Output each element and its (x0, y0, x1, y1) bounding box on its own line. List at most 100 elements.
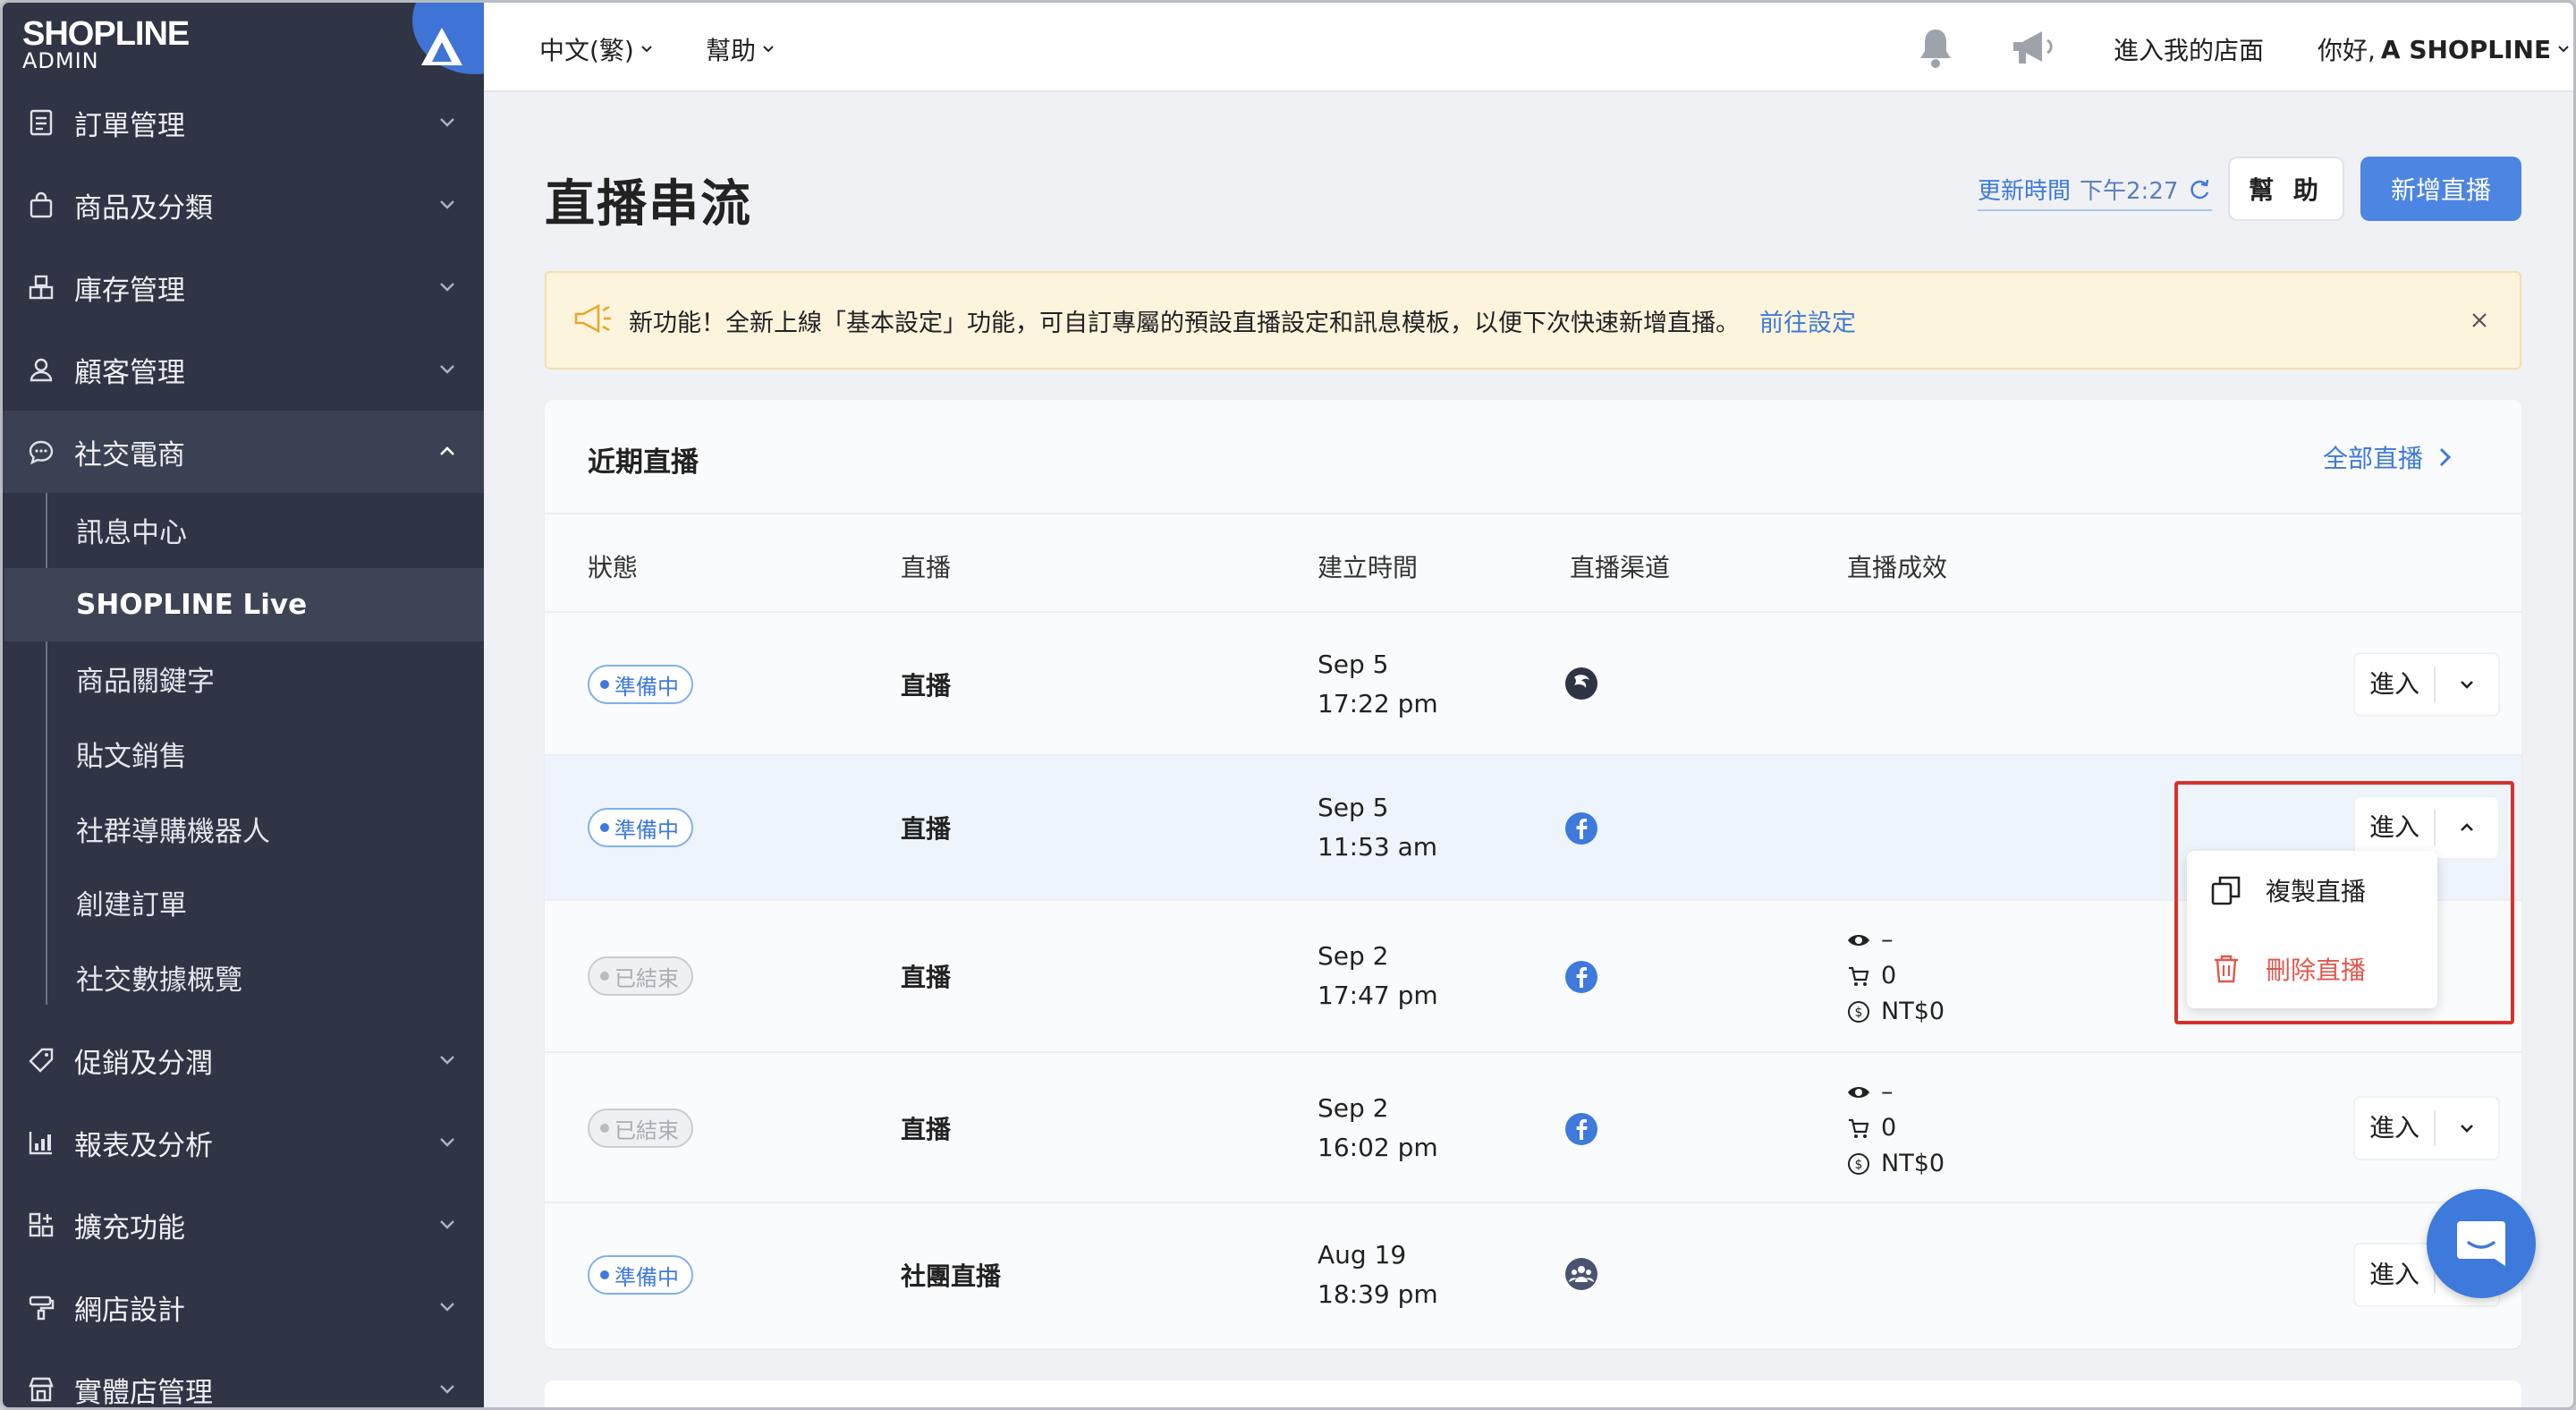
sidebar-item-label: 社交電商 (74, 438, 185, 471)
help-label: 幫助 (706, 36, 757, 65)
status-badge: 已結束 (588, 956, 693, 996)
refresh-icon (2190, 179, 2209, 199)
column-status: 狀態 (588, 553, 639, 582)
sidebar-item-reports[interactable]: 報表及分析 (3, 1101, 484, 1184)
table-row[interactable]: 準備中 直播 Sep 5 17:22 pm 進入 (545, 613, 2521, 756)
brand-mark-icon (421, 28, 462, 65)
facebook-icon (1565, 1113, 1597, 1145)
sidebar: SHOPLINE ADMIN 訂單管理 商品及分類 庫存管理 顧客管理 社交電商 (3, 3, 484, 1409)
sidebar-subitem-social-overview[interactable]: 社交數據概覽 (47, 940, 484, 1014)
chevron-down-icon (440, 1385, 454, 1394)
sidebar-item-label: 實體店管理 (74, 1376, 213, 1409)
sidebar-item-label: 擴充功能 (74, 1211, 185, 1244)
table-header: 狀態 直播 建立時間 直播渠道 直播成效 (545, 513, 2521, 613)
chevron-down-icon (440, 1056, 454, 1065)
group-icon (1565, 1258, 1597, 1290)
brush-icon (26, 1292, 56, 1322)
top-bar: 中文(繁) 幫助 進入我的店面 你好, A SHOPLINE (484, 3, 2573, 92)
refresh-time: 下午2:27 (2080, 178, 2179, 205)
chevron-up-icon (440, 446, 454, 455)
help-button[interactable]: 幫 助 (2228, 157, 2344, 221)
row-action-group: 進入 (2353, 1096, 2500, 1160)
language-selector[interactable]: 中文(繁) (539, 31, 654, 67)
chevron-down-icon (440, 1220, 454, 1229)
chat-icon (2457, 1221, 2505, 1266)
announcement-button[interactable] (2010, 26, 2056, 69)
greeting: 你好, (2318, 36, 2376, 65)
sidebar-item-inventory[interactable]: 庫存管理 (3, 246, 484, 328)
report-icon (26, 1127, 56, 1158)
sales-stat: $ NT$0 (1847, 994, 1945, 1030)
megaphone-icon (573, 302, 613, 338)
user-icon (26, 354, 56, 385)
chevron-down-icon (2558, 46, 2569, 53)
live-name: 社團直播 (901, 1261, 1002, 1291)
brand-logo[interactable]: SHOPLINE ADMIN (22, 15, 190, 73)
sidebar-item-products[interactable]: 商品及分類 (3, 164, 484, 246)
chevron-down-icon (440, 365, 454, 374)
enter-button[interactable]: 進入 (2355, 1257, 2436, 1293)
facebook-icon (1565, 812, 1597, 845)
created-time: Sep 2 16:02 pm (1318, 1093, 1438, 1162)
chat-icon (26, 437, 56, 467)
sidebar-subitem-message-center[interactable]: 訊息中心 (47, 493, 484, 566)
live-name: 直播 (901, 1115, 952, 1144)
views-stat: – (1847, 1074, 1945, 1110)
sidebar-subitem-post-sales[interactable]: 貼文銷售 (47, 717, 484, 790)
more-toggle[interactable] (2436, 1118, 2498, 1138)
sidebar-item-social-commerce[interactable]: 社交電商 (3, 411, 484, 493)
live-name: 直播 (901, 963, 952, 992)
enter-button[interactable]: 進入 (2355, 1110, 2436, 1146)
live-name: 直播 (901, 814, 952, 844)
sidebar-item-label: 庫存管理 (74, 274, 185, 307)
close-icon[interactable] (2466, 307, 2493, 334)
new-live-button[interactable]: 新增直播 (2360, 157, 2521, 221)
created-time: Sep 5 11:53 am (1318, 793, 1438, 862)
column-created: 建立時間 (1318, 553, 1419, 582)
created-time: Sep 2 17:47 pm (1318, 941, 1438, 1010)
chevron-right-icon (2439, 447, 2452, 467)
inventory-icon (26, 272, 56, 302)
annotation-highlight (2174, 781, 2514, 1024)
sidebar-item-retail-store[interactable]: 實體店管理 (3, 1348, 484, 1409)
table-row[interactable]: 準備中 社團直播 Aug 19 18:39 pm 進入 (545, 1203, 2521, 1346)
all-lives-link[interactable]: 全部直播 (2323, 439, 2455, 475)
sidebar-subitem-shopline-live[interactable]: SHOPLINE Live (4, 568, 484, 641)
store-icon (26, 1374, 56, 1405)
bell-icon (1920, 30, 1951, 68)
sidebar-item-label: 顧客管理 (74, 356, 185, 389)
language-label: 中文(繁) (539, 36, 634, 65)
notification-button[interactable] (1915, 26, 1956, 69)
cart-stat: 0 (1847, 958, 1945, 994)
sidebar-subitem-create-order[interactable]: 創建訂單 (47, 865, 484, 939)
user-name: A SHOPLINE (2380, 34, 2552, 64)
sidebar-item-label: 報表及分析 (74, 1129, 213, 1162)
svg-text:$: $ (1855, 1158, 1863, 1172)
chat-launcher-button[interactable] (2427, 1189, 2536, 1298)
notice-text: 新功能！全新上線「基本設定」功能，可自訂專屬的預設直播設定和訊息模板，以便下次快… (629, 309, 1740, 337)
help-menu[interactable]: 幫助 (706, 31, 775, 67)
status-badge: 準備中 (588, 808, 693, 847)
visit-store-link[interactable]: 進入我的店面 (2114, 31, 2264, 67)
enter-button[interactable]: 進入 (2355, 667, 2436, 702)
sidebar-subitem-product-keywords[interactable]: 商品關鍵字 (47, 641, 484, 715)
more-toggle[interactable] (2436, 675, 2498, 694)
notice-settings-link[interactable]: 前往設定 (1759, 303, 1856, 338)
sidebar-item-store-design[interactable]: 網店設計 (3, 1266, 484, 1348)
user-menu[interactable]: 你好, A SHOPLINE (2318, 31, 2571, 67)
sidebar-item-extensions[interactable]: 擴充功能 (3, 1184, 484, 1266)
dollar-icon: $ (1848, 1153, 1869, 1175)
table-row[interactable]: 已結束 直播 Sep 2 16:02 pm – 0 $ NT$0 進入 (545, 1053, 2521, 1203)
sidebar-item-orders[interactable]: 訂單管理 (3, 81, 484, 164)
app-window: SHOPLINE ADMIN 訂單管理 商品及分類 庫存管理 顧客管理 社交電商 (0, 0, 2576, 1410)
refresh-link[interactable]: 更新時間 下午2:27 (1978, 173, 2213, 211)
sidebar-item-customers[interactable]: 顧客管理 (3, 328, 484, 411)
views-stat: – (1847, 922, 1945, 958)
cart-stat: 0 (1847, 1110, 1945, 1146)
chevron-down-icon (440, 1138, 454, 1147)
tag-icon (26, 1045, 56, 1075)
svg-text:$: $ (1855, 1006, 1863, 1020)
sidebar-subitem-chatbot[interactable]: 社群導購機器人 (47, 792, 484, 865)
sidebar-item-label: 商品及分類 (74, 191, 213, 225)
sidebar-item-promotions[interactable]: 促銷及分潤 (3, 1019, 484, 1101)
